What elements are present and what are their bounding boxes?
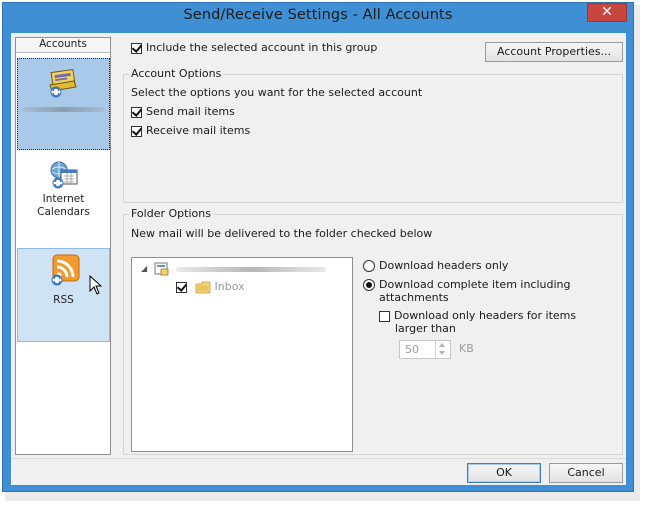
large-items-row[interactable]: Download only headers for items	[379, 309, 576, 323]
receive-mail-label: Receive mail items	[146, 124, 251, 137]
folder-options-title: Folder Options	[129, 207, 213, 220]
spin-down-icon[interactable]	[439, 351, 445, 355]
account-options-title: Account Options	[129, 67, 224, 80]
download-headers-row[interactable]: Download headers only	[363, 259, 508, 273]
account-label-internet-calendars-1: Internet	[42, 193, 85, 205]
dialog-body: Accounts Internet Calendars RSS Include …	[11, 33, 626, 485]
title-bar[interactable]: Send/Receive Settings - All Accounts ✕	[3, 3, 633, 31]
size-value: 50	[405, 343, 419, 356]
folder-options-description: New mail will be delivered to the folder…	[131, 227, 433, 240]
mail-account-icon	[48, 68, 77, 98]
inbox-row[interactable]: Inbox	[176, 280, 245, 294]
footer-divider	[11, 458, 626, 459]
send-mail-row[interactable]: Send mail items	[131, 105, 235, 119]
window-title: Send/Receive Settings - All Accounts	[183, 7, 453, 23]
mailbox-icon	[154, 262, 169, 276]
include-account-label: Include the selected account in this gro…	[146, 41, 378, 54]
send-mail-label: Send mail items	[146, 105, 235, 118]
accounts-list[interactable]: Accounts Internet Calendars RSS	[15, 37, 111, 455]
download-complete-radio[interactable]	[363, 279, 375, 291]
spin-up-icon[interactable]	[439, 343, 445, 347]
dialog-window: Send/Receive Settings - All Accounts ✕ A…	[2, 2, 634, 492]
close-button[interactable]: ✕	[587, 3, 627, 22]
folder-icon	[195, 281, 210, 293]
size-unit: KB	[459, 342, 474, 355]
account-properties-button[interactable]: Account Properties...	[485, 42, 623, 62]
receive-mail-row[interactable]: Receive mail items	[131, 124, 250, 138]
close-icon: ✕	[601, 4, 613, 20]
account-label-internet-calendars-2: Calendars	[37, 206, 90, 218]
account-item-internet-calendars[interactable]: Internet Calendars	[17, 156, 110, 234]
large-items-label-1: Download only headers for items	[394, 309, 577, 322]
large-items-label-2: larger than	[395, 322, 456, 335]
folder-tree[interactable]: ◢ Inbox	[131, 257, 353, 452]
account-options-description: Select the options you want for the sele…	[131, 86, 423, 99]
account-item-mail[interactable]	[17, 58, 110, 150]
account-name-redacted	[22, 107, 105, 112]
download-headers-radio[interactable]	[363, 260, 375, 272]
account-label-rss: RSS	[53, 294, 74, 306]
download-complete-label-2: attachments	[379, 291, 449, 304]
download-complete-label-1: Download complete item including	[379, 278, 571, 291]
download-complete-row[interactable]: Download complete item including	[363, 278, 571, 292]
rss-icon	[51, 254, 79, 286]
inbox-checkbox[interactable]	[176, 281, 187, 293]
expand-toggle-icon[interactable]: ◢	[141, 262, 147, 276]
large-items-checkbox[interactable]	[379, 310, 390, 322]
receive-mail-checkbox[interactable]	[131, 125, 142, 137]
internet-calendar-icon	[50, 161, 77, 189]
ok-button[interactable]: OK	[467, 463, 541, 483]
inbox-label: Inbox	[214, 280, 245, 293]
account-item-rss[interactable]: RSS	[17, 248, 110, 342]
mailbox-name-redacted	[176, 267, 326, 272]
send-mail-checkbox[interactable]	[131, 106, 142, 118]
spinner-buttons[interactable]	[435, 341, 450, 358]
include-account-checkbox[interactable]	[131, 42, 142, 54]
mouse-pointer-icon	[89, 275, 103, 295]
size-spinner[interactable]: 50	[399, 340, 451, 359]
download-headers-label: Download headers only	[379, 259, 509, 272]
cancel-button[interactable]: Cancel	[549, 463, 623, 483]
accounts-list-header: Accounts	[16, 38, 110, 53]
include-account-row[interactable]: Include the selected account in this gro…	[131, 41, 377, 55]
